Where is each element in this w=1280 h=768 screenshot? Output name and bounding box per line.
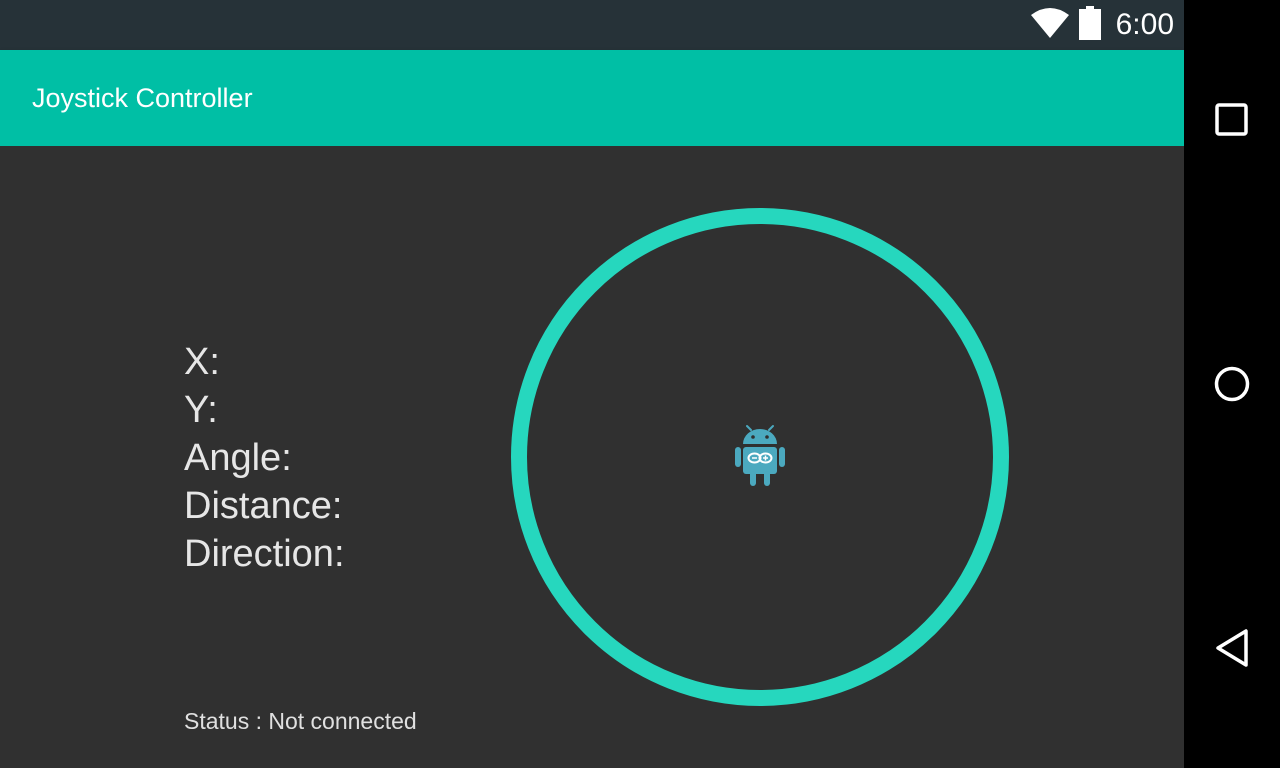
battery-icon xyxy=(1078,5,1102,45)
y-readout: Y: xyxy=(184,386,355,434)
recents-icon xyxy=(1215,103,1248,136)
joystick-pad[interactable] xyxy=(511,208,1009,706)
back-icon xyxy=(1216,629,1248,667)
back-button[interactable] xyxy=(1208,624,1256,672)
app-bar: Joystick Controller xyxy=(0,50,1184,146)
x-readout: X: xyxy=(184,338,355,386)
angle-label: Angle: xyxy=(184,437,292,479)
home-icon xyxy=(1214,366,1250,402)
status-icons: 6:00 xyxy=(1030,0,1174,50)
recents-button[interactable] xyxy=(1208,96,1256,144)
android-arduino-icon[interactable] xyxy=(735,425,785,486)
y-label: Y: xyxy=(184,389,218,431)
joystick-readouts: X: Y: Angle: Distance: Direction: xyxy=(184,338,355,578)
wifi-icon xyxy=(1030,7,1070,44)
app-title: Joystick Controller xyxy=(32,83,253,113)
clock: 6:00 xyxy=(1115,8,1174,41)
direction-label: Direction: xyxy=(184,533,345,575)
distance-readout: Distance: xyxy=(184,482,355,530)
home-button[interactable] xyxy=(1208,360,1256,408)
main-content: X: Y: Angle: Distance: Direction: Status… xyxy=(0,146,1184,768)
direction-readout: Direction: xyxy=(184,530,355,578)
status-bar: 6:00 xyxy=(0,0,1184,50)
angle-readout: Angle: xyxy=(184,434,355,482)
navigation-bar xyxy=(1184,0,1280,768)
distance-label: Distance: xyxy=(184,485,343,527)
x-label: X: xyxy=(184,341,220,383)
connection-status: Status : Not connected xyxy=(184,708,417,734)
